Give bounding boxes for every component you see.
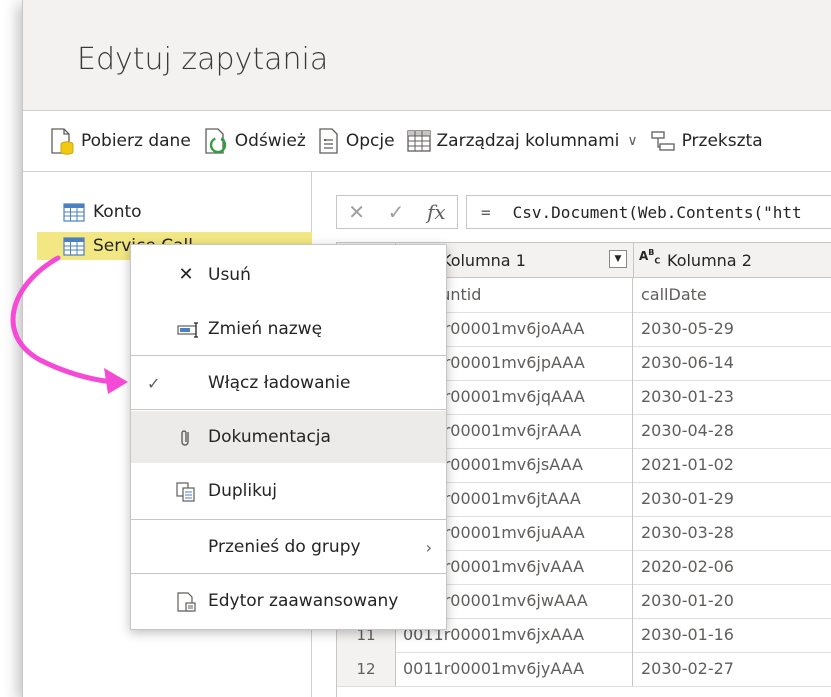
table-icon bbox=[406, 130, 431, 152]
check-icon[interactable]: ✓ bbox=[388, 200, 405, 224]
text-type-icon[interactable]: ABC bbox=[639, 248, 660, 265]
menu-separator bbox=[131, 355, 446, 356]
cell-column-2[interactable]: 2030-06-14 bbox=[633, 346, 831, 380]
query-item-konto[interactable]: Konto bbox=[37, 198, 319, 226]
cell-column-2[interactable]: 2030-01-16 bbox=[633, 618, 831, 652]
query-label: Konto bbox=[93, 202, 142, 222]
menu-separator bbox=[131, 409, 446, 410]
duplicate-icon bbox=[176, 482, 195, 502]
menu-label: Przenieś do grupy bbox=[208, 537, 361, 557]
menu-label: Zmień nazwę bbox=[208, 319, 323, 339]
menu-label: Włącz ładowanie bbox=[208, 373, 351, 393]
chevron-right-icon: › bbox=[425, 537, 432, 557]
rename-icon bbox=[177, 322, 198, 338]
options-label: Opcje bbox=[345, 131, 395, 151]
table-icon bbox=[63, 203, 85, 222]
refresh-icon bbox=[205, 128, 226, 154]
cell-column-2[interactable]: 2030-05-29 bbox=[633, 312, 831, 346]
cell-column-2[interactable]: 2021-01-02 bbox=[633, 448, 831, 482]
options-icon bbox=[319, 128, 338, 154]
table-row[interactable]: 12 0011r00001mv6jyAAA 2030-02-27 bbox=[337, 652, 831, 687]
menu-label: Dokumentacja bbox=[208, 427, 331, 447]
menu-item-move-to-group[interactable]: Przenieś do grupy › bbox=[131, 521, 446, 573]
cell-column-2[interactable]: 2020-02-06 bbox=[633, 550, 831, 584]
row-number[interactable]: 12 bbox=[337, 652, 396, 686]
table-icon bbox=[63, 237, 85, 256]
title-bar: Edytuj zapytania bbox=[23, 0, 831, 111]
get-data-label: Pobierz dane bbox=[81, 131, 191, 151]
formula-text: Csv.Document(Web.Contents("htt bbox=[512, 202, 802, 222]
cell-column-2[interactable]: 2030-03-28 bbox=[633, 516, 831, 550]
cell-column-1[interactable]: 0011r00001mv6jyAAA bbox=[395, 652, 633, 686]
checkmark-icon: ✓ bbox=[147, 374, 161, 393]
formula-equals: = bbox=[481, 202, 491, 222]
close-icon: ✕ bbox=[178, 264, 194, 285]
advanced-editor-icon bbox=[177, 592, 196, 612]
formula-bar: ✕ ✓ fx = Csv.Document(Web.Contents("htt bbox=[336, 195, 831, 229]
context-menu: ✕ Usuń Zmień nazwę ✓ Włącz ładowanie Dok… bbox=[130, 244, 447, 630]
manage-columns-label: Zarządzaj kolumnami bbox=[436, 131, 620, 151]
toolbar: Pobierz dane Odśwież Opcje Zarządzaj kol… bbox=[23, 111, 831, 172]
cell-column-2[interactable]: callDate bbox=[633, 278, 831, 312]
cell-column-2[interactable]: 2030-01-20 bbox=[633, 584, 831, 618]
refresh-button[interactable]: Odśwież bbox=[201, 126, 306, 156]
cell-column-2[interactable]: 2030-01-23 bbox=[633, 380, 831, 414]
cancel-icon[interactable]: ✕ bbox=[348, 200, 365, 224]
column-name: Kolumna 2 bbox=[667, 251, 752, 270]
transform-label: Przekszta bbox=[681, 131, 763, 151]
menu-separator bbox=[131, 519, 446, 520]
cell-column-2[interactable]: 2030-01-29 bbox=[633, 482, 831, 516]
refresh-label: Odśwież bbox=[234, 131, 306, 151]
filter-dropdown-icon[interactable]: ▼ bbox=[609, 250, 627, 268]
menu-item-rename[interactable]: Zmień nazwę bbox=[131, 303, 446, 355]
menu-item-documentation[interactable]: Dokumentacja bbox=[131, 411, 446, 463]
cell-column-2[interactable]: 2030-04-28 bbox=[633, 414, 831, 448]
menu-item-delete[interactable]: ✕ Usuń bbox=[131, 249, 446, 301]
menu-item-advanced-editor[interactable]: Edytor zaawansowany bbox=[131, 575, 446, 627]
get-data-button[interactable]: Pobierz dane bbox=[47, 126, 191, 156]
column-name: Kolumna 1 bbox=[441, 251, 526, 270]
menu-label: Edytor zaawansowany bbox=[208, 591, 399, 611]
fx-icon[interactable]: fx bbox=[427, 200, 446, 224]
get-data-icon bbox=[51, 128, 74, 155]
transform-icon bbox=[650, 131, 675, 151]
menu-label: Usuń bbox=[208, 265, 251, 285]
chevron-down-icon: ∨ bbox=[627, 133, 638, 149]
menu-item-duplicate[interactable]: Duplikuj bbox=[131, 465, 446, 517]
column-header-2[interactable]: ABC Kolumna 2 bbox=[633, 243, 831, 277]
menu-separator bbox=[131, 573, 446, 574]
formula-controls: ✕ ✓ fx bbox=[336, 195, 458, 229]
manage-columns-button[interactable]: Zarządzaj kolumnami ∨ bbox=[405, 128, 638, 154]
window-title: Edytuj zapytania bbox=[77, 42, 329, 77]
cell-column-2[interactable]: 2030-02-27 bbox=[633, 652, 831, 686]
paperclip-icon bbox=[181, 430, 189, 446]
options-button[interactable]: Opcje bbox=[316, 126, 395, 156]
menu-label: Duplikuj bbox=[208, 481, 277, 501]
transform-button[interactable]: Przekszta bbox=[648, 128, 763, 154]
formula-input[interactable]: = Csv.Document(Web.Contents("htt bbox=[466, 195, 831, 229]
menu-item-enable-load[interactable]: ✓ Włącz ładowanie bbox=[131, 357, 446, 409]
